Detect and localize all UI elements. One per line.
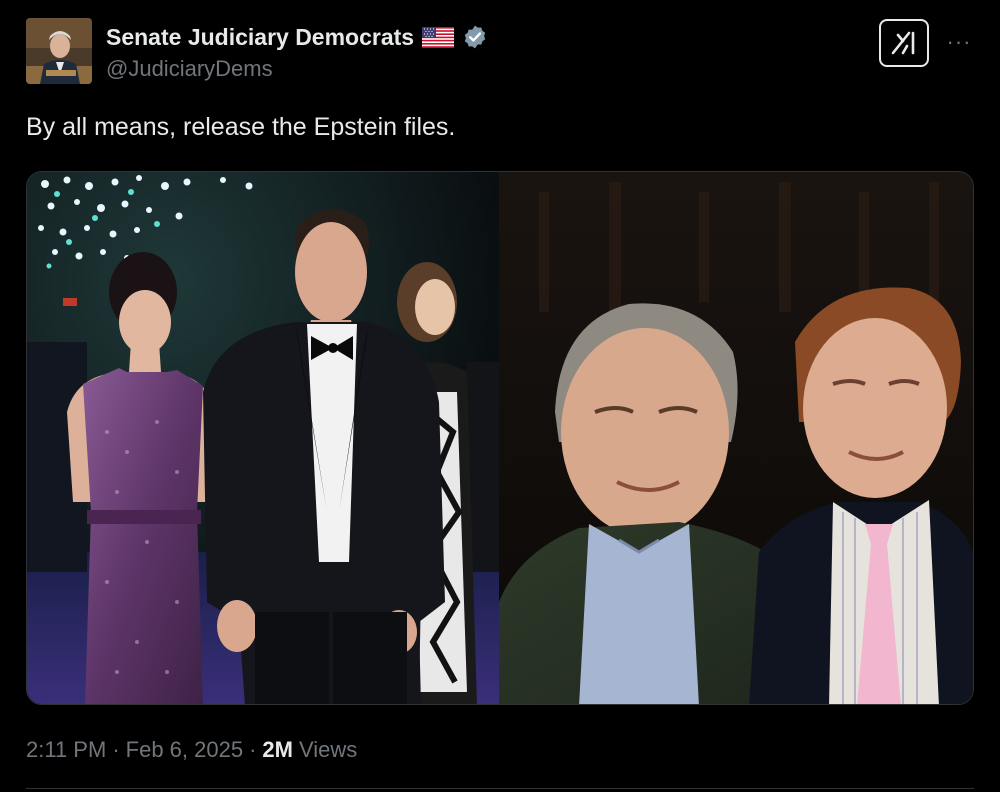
tweet-media[interactable] bbox=[26, 171, 974, 705]
author-display-name[interactable]: Senate Judiciary Democrats bbox=[106, 24, 414, 51]
meta-separator: · bbox=[249, 737, 257, 762]
views-count: 2M bbox=[262, 737, 293, 762]
more-button[interactable]: ··· bbox=[944, 28, 974, 56]
us-flag-icon bbox=[422, 26, 455, 48]
grok-icon bbox=[891, 31, 915, 55]
tweet-date[interactable]: Feb 6, 2025 bbox=[126, 737, 243, 763]
avatar[interactable] bbox=[26, 18, 92, 84]
tweet-text: By all means, release the Epstein files. bbox=[26, 113, 456, 141]
author-handle[interactable]: @JudiciaryDems bbox=[106, 56, 273, 82]
tweet-meta: 2:11 PM · Feb 6, 2025 · 2M Views bbox=[26, 735, 357, 765]
divider bbox=[26, 788, 974, 789]
grok-button[interactable] bbox=[879, 19, 929, 67]
photo-party-scene bbox=[27, 172, 499, 704]
author-name-row[interactable]: Senate Judiciary Democrats bbox=[106, 22, 488, 52]
meta-separator: · bbox=[112, 737, 120, 762]
photo-two-men bbox=[499, 172, 973, 704]
tweet-time[interactable]: 2:11 PM bbox=[26, 737, 106, 763]
views-label: Views bbox=[298, 737, 358, 762]
media-photo-right[interactable] bbox=[499, 172, 973, 704]
verified-badge-icon[interactable] bbox=[462, 24, 488, 50]
avatar-image bbox=[26, 18, 92, 84]
media-photo-left[interactable] bbox=[27, 172, 499, 704]
more-icon: ··· bbox=[946, 29, 972, 54]
